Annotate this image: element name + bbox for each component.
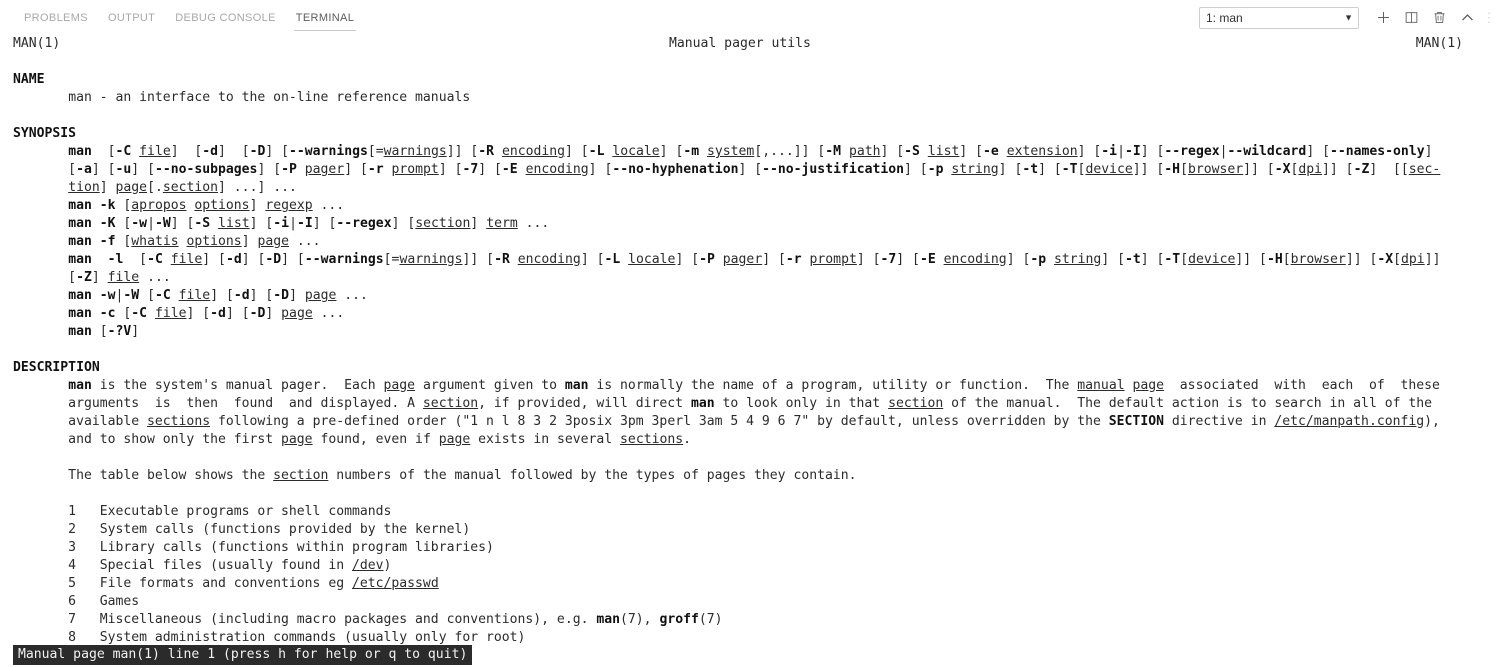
section-heading-name: NAME bbox=[0, 71, 1501, 89]
section-table-row: 6 Games bbox=[13, 594, 140, 609]
kebab-menu-icon: ⋮ bbox=[1482, 10, 1496, 25]
synopsis-line: man -l [-C file] [-d] [-D] [--warnings[=… bbox=[68, 252, 1441, 267]
section-table-row: 1 Executable programs or shell commands bbox=[13, 504, 392, 519]
tab-problems-label: PROBLEMS bbox=[24, 11, 88, 24]
terminal-instance-select[interactable]: 1: man ▼ bbox=[1199, 6, 1359, 29]
terminal-output[interactable]: MAN(1) Manual pager utils MAN(1) NAME man … bbox=[0, 35, 1501, 667]
split-editor-icon bbox=[1404, 10, 1419, 25]
synopsis-line: man -w|-W [-C file] [-d] [-D] page ... bbox=[68, 288, 368, 303]
section-table-row: 7 Miscellaneous (including macro package… bbox=[13, 612, 723, 627]
section-heading-synopsis: SYNOPSIS bbox=[0, 125, 1501, 143]
tab-debug-console-label: DEBUG CONSOLE bbox=[175, 11, 276, 24]
synopsis-line: man -K [-w|-W] [-S list] [-i|-I] [--rege… bbox=[68, 216, 550, 231]
synopsis-line: man [-C file] [-d] [-D] [--warnings[=war… bbox=[68, 144, 1433, 159]
maximize-panel-button[interactable] bbox=[1453, 4, 1481, 32]
section-table-row: 3 Library calls (functions within progra… bbox=[13, 540, 494, 555]
chevron-up-icon bbox=[1460, 10, 1475, 25]
synopsis-line: man [-?V] bbox=[68, 324, 140, 339]
synopsis-line: man -k [apropos options] regexp ... bbox=[68, 198, 345, 213]
section-heading-description-label: DESCRIPTION bbox=[13, 360, 100, 375]
terminal-scrollbar[interactable] bbox=[1491, 35, 1501, 667]
panel-tab-list: PROBLEMS OUTPUT DEBUG CONSOLE TERMINAL bbox=[14, 0, 364, 35]
trash-icon bbox=[1432, 10, 1447, 25]
section-table-row: 4 Special files (usually found in /dev) bbox=[13, 558, 392, 573]
split-terminal-button[interactable] bbox=[1397, 4, 1425, 32]
synopsis-line: tion] page[.section] ...] ... bbox=[68, 180, 297, 195]
synopsis-line: [-Z] file ... bbox=[13, 270, 171, 285]
tab-debug-console[interactable]: DEBUG CONSOLE bbox=[165, 0, 286, 35]
description-line: arguments is then found and displayed. A… bbox=[13, 396, 1433, 411]
tab-terminal-label: TERMINAL bbox=[295, 11, 355, 24]
synopsis-line: man -f [whatis options] page ... bbox=[68, 234, 321, 249]
section-heading-description: DESCRIPTION bbox=[0, 359, 1501, 377]
more-actions-button[interactable]: ⋮ bbox=[1481, 4, 1497, 32]
tab-terminal[interactable]: TERMINAL bbox=[286, 0, 364, 35]
tab-output[interactable]: OUTPUT bbox=[98, 0, 165, 35]
section-table-row: 2 System calls (functions provided by th… bbox=[13, 522, 471, 537]
terminal-instance-value: 1: man bbox=[1206, 10, 1243, 25]
panel-header: PROBLEMS OUTPUT DEBUG CONSOLE TERMINAL 1… bbox=[0, 0, 1501, 35]
synopsis-line: [-a] [-u] [--no-subpages] [-P pager] [-r… bbox=[13, 162, 1441, 177]
table-intro-line: The table below shows the section number… bbox=[13, 468, 857, 483]
man-header-left: MAN(1) bbox=[13, 36, 61, 51]
man-header-line: MAN(1) Manual pager utils MAN(1) bbox=[0, 35, 1501, 53]
name-body-text: man - an interface to the on-line refere… bbox=[68, 90, 471, 105]
panel-actions: 1: man ▼ ⋮ bbox=[1199, 0, 1497, 35]
synopsis-line: man -c [-C file] [-d] [-D] page ... bbox=[68, 306, 345, 321]
less-status-bar: Manual page man(1) line 1 (press h for h… bbox=[13, 645, 473, 665]
kill-terminal-button[interactable] bbox=[1425, 4, 1453, 32]
tab-output-label: OUTPUT bbox=[107, 11, 156, 24]
name-body-line: man - an interface to the on-line refere… bbox=[0, 89, 1501, 107]
add-icon bbox=[1376, 10, 1391, 25]
description-line: available sections following a pre-defin… bbox=[13, 414, 1440, 429]
description-line: and to show only the first page found, e… bbox=[13, 432, 692, 447]
tab-problems[interactable]: PROBLEMS bbox=[14, 0, 98, 35]
man-header-right: MAN(1) bbox=[1415, 36, 1463, 51]
man-header-center: Manual pager utils bbox=[669, 36, 811, 51]
new-terminal-button[interactable] bbox=[1369, 4, 1397, 32]
section-heading-synopsis-label: SYNOPSIS bbox=[13, 126, 77, 141]
chevron-down-icon: ▼ bbox=[1344, 12, 1353, 22]
description-line: man is the system's manual pager. Each p… bbox=[68, 378, 1440, 393]
section-table-row: 5 File formats and conventions eg /etc/p… bbox=[13, 576, 439, 591]
section-heading-name-label: NAME bbox=[13, 72, 45, 87]
